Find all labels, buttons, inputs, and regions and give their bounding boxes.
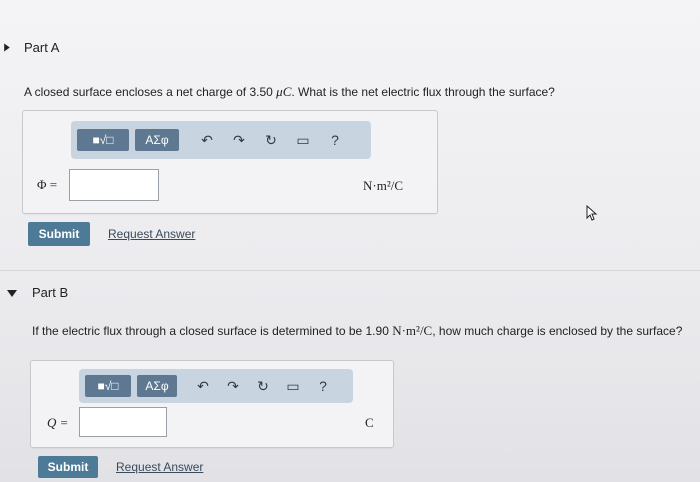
symbols-button[interactable]: ΑΣφ xyxy=(135,129,179,151)
undo-icon[interactable]: ↶ xyxy=(193,376,213,396)
part-a-request-answer-link[interactable]: Request Answer xyxy=(108,227,195,241)
undo-icon[interactable]: ↶ xyxy=(197,130,217,150)
part-b-units: C xyxy=(365,415,374,430)
redo-icon[interactable]: ↷ xyxy=(223,376,243,396)
part-b-question-unit: N·m²/C xyxy=(392,323,433,338)
part-a-toolbar: ■√□ ΑΣφ ↶ ↷ ↻ ▭ ? xyxy=(71,121,371,159)
part-b-variable-label: Q = xyxy=(47,415,69,430)
part-a-answer-input[interactable] xyxy=(69,169,159,201)
template-icon: ■√□ xyxy=(97,379,119,393)
template-icon: ■√□ xyxy=(92,133,114,147)
help-icon[interactable]: ? xyxy=(325,130,345,150)
section-divider xyxy=(0,270,700,271)
part-a-question: A closed surface encloses a net charge o… xyxy=(24,84,555,100)
part-b-answer-input[interactable] xyxy=(79,407,167,437)
mouse-pointer-icon xyxy=(586,205,598,221)
template-button[interactable]: ■√□ xyxy=(77,129,129,151)
template-button[interactable]: ■√□ xyxy=(85,375,131,397)
part-a-question-prefix: A closed surface encloses a net charge o… xyxy=(24,85,273,99)
part-a-title: Part A xyxy=(24,40,60,55)
part-a-variable-label: Φ = xyxy=(37,177,58,192)
reset-icon[interactable]: ↻ xyxy=(253,376,273,396)
part-b-question-suffix: , how much charge is enclosed by the sur… xyxy=(432,324,683,338)
keyboard-icon[interactable]: ▭ xyxy=(283,376,303,396)
part-a-units: N·m²/C xyxy=(363,178,404,193)
symbols-label: ΑΣφ xyxy=(145,379,169,393)
part-b-collapse-icon[interactable] xyxy=(7,290,17,297)
part-b-question: If the electric flux through a closed su… xyxy=(32,323,682,339)
part-a-answer-box: ■√□ ΑΣφ ↶ ↷ ↻ ▭ ? Φ = N·m²/C xyxy=(22,110,438,214)
keyboard-icon[interactable]: ▭ xyxy=(293,130,313,150)
part-a-submit-button[interactable]: Submit xyxy=(28,222,90,246)
symbols-label: ΑΣφ xyxy=(145,133,169,147)
redo-icon[interactable]: ↷ xyxy=(229,130,249,150)
part-b-toolbar: ■√□ ΑΣφ ↶ ↷ ↻ ▭ ? xyxy=(79,369,353,403)
part-b-answer-box: ■√□ ΑΣφ ↶ ↷ ↻ ▭ ? Q = C xyxy=(30,360,394,448)
part-b-submit-button[interactable]: Submit xyxy=(38,456,98,478)
part-b-title: Part B xyxy=(32,285,69,300)
part-b-request-answer-link[interactable]: Request Answer xyxy=(116,460,203,474)
part-a-collapse-icon[interactable] xyxy=(4,43,10,52)
part-a-question-suffix: . What is the net electric flux through … xyxy=(291,85,555,99)
reset-icon[interactable]: ↻ xyxy=(261,130,281,150)
help-icon[interactable]: ? xyxy=(313,376,333,396)
part-b-question-prefix: If the electric flux through a closed su… xyxy=(32,324,389,338)
part-a-question-unit: μC xyxy=(276,84,292,99)
symbols-button[interactable]: ΑΣφ xyxy=(137,375,177,397)
